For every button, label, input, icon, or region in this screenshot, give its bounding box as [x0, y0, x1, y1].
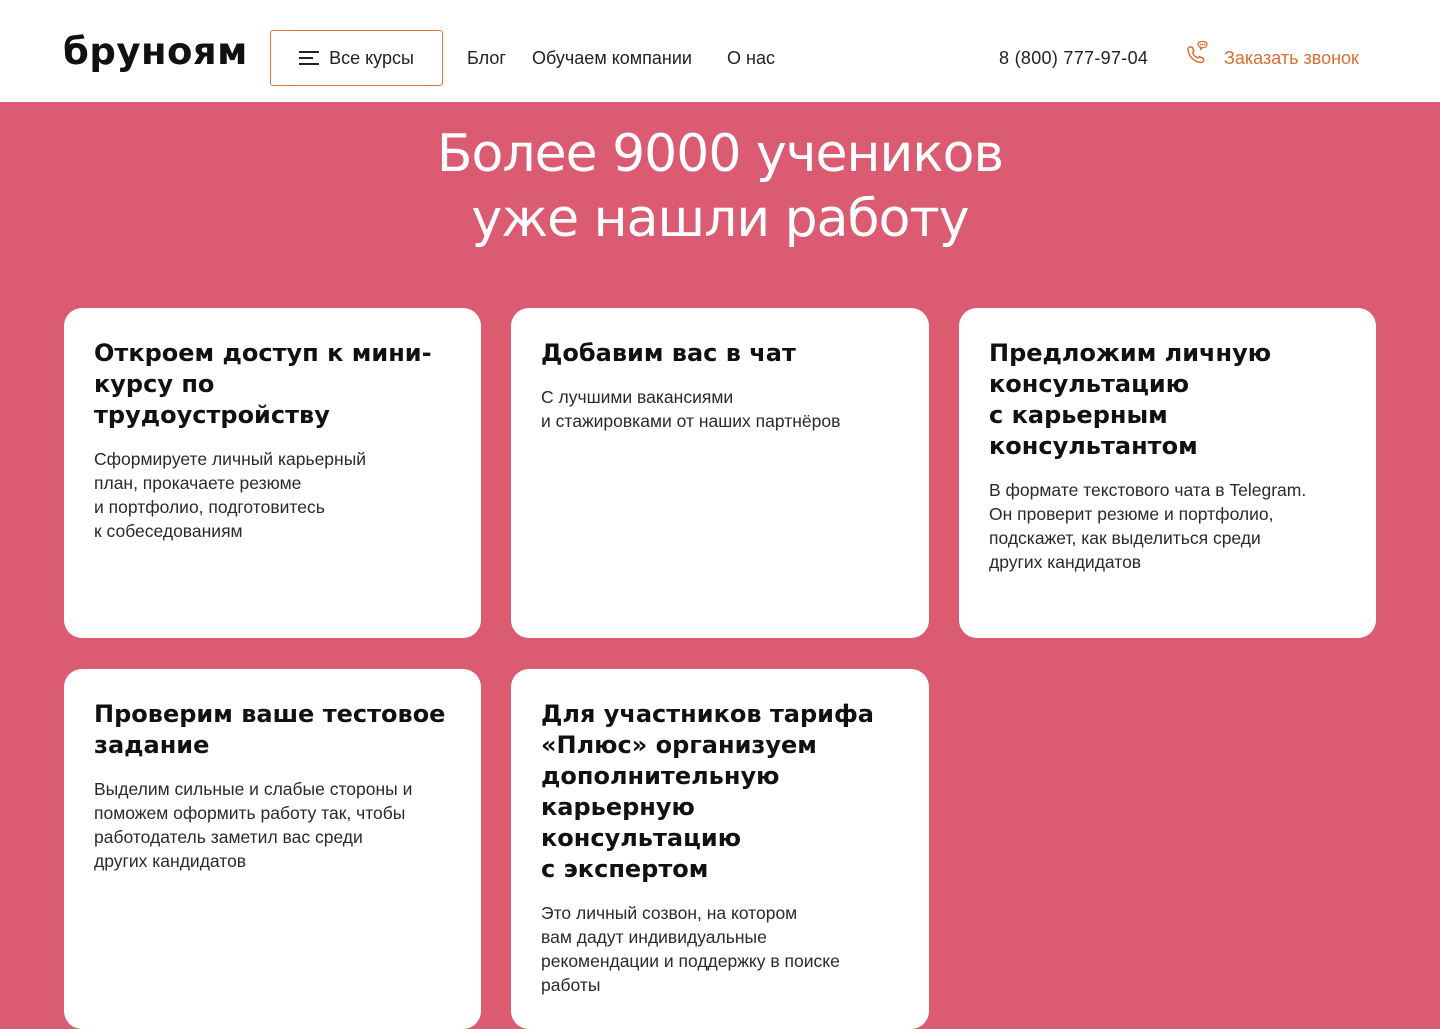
- nav-about[interactable]: О нас: [727, 46, 775, 70]
- card-title: Проверим ваше тестовое задание: [94, 700, 446, 759]
- card-text: Сформируете личный карьерный план, прока…: [94, 449, 367, 541]
- logo[interactable]: бруноям: [63, 30, 248, 74]
- card-chat: Добавим вас в чат С лучшими вакансиями и…: [511, 308, 929, 638]
- card-text: С лучшими вакансиями и стажировками от н…: [541, 387, 841, 431]
- phone-chat-icon[interactable]: [1184, 40, 1212, 68]
- order-call-link[interactable]: Заказать звонок: [1224, 46, 1359, 70]
- card-text: Это личный созвон, на котором вам дадут …: [541, 903, 840, 995]
- card-text: Выделим сильные и слабые стороны и помож…: [94, 779, 413, 871]
- card-test-task: Проверим ваше тестовое задание Выделим с…: [64, 669, 481, 1029]
- phone-number[interactable]: 8 (800) 777-97-04: [999, 46, 1148, 70]
- card-title: Для участников тарифа «Плюс» организуем …: [541, 700, 874, 883]
- card-career-consultation: Предложим личную консультацию с карьерны…: [959, 308, 1376, 638]
- nav-blog[interactable]: Блог: [467, 46, 506, 70]
- hero-title: Более 9000 учеников уже нашли работу: [436, 124, 1004, 249]
- card-title: Добавим вас в чат: [541, 339, 796, 367]
- card-title: Предложим личную консультацию с карьерны…: [989, 339, 1272, 460]
- card-mini-course: Откроем доступ к мини- курсу по трудоуст…: [64, 308, 481, 638]
- all-courses-button[interactable]: Все курсы: [270, 30, 443, 86]
- site-header: бруноям Все курсы Блог Обучаем компании …: [0, 0, 1440, 102]
- nav-for-companies[interactable]: Обучаем компании: [532, 46, 692, 70]
- card-plus-tariff: Для участников тарифа «Плюс» организуем …: [511, 669, 929, 1029]
- all-courses-label: Все курсы: [329, 47, 414, 68]
- burger-menu-icon: [299, 51, 320, 65]
- card-text: В формате текстового чата в Telegram. Он…: [989, 480, 1307, 572]
- card-title: Откроем доступ к мини- курсу по трудоуст…: [94, 339, 432, 429]
